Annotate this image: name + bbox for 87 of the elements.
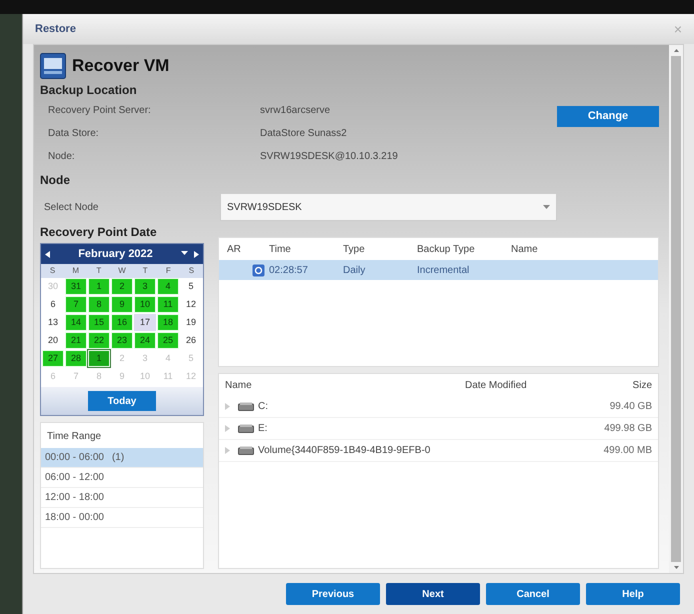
calendar-day[interactable]: 13 <box>42 314 64 331</box>
change-button[interactable]: Change <box>557 106 659 127</box>
calendar-day[interactable]: 5 <box>180 278 202 295</box>
drive-icon <box>238 402 254 411</box>
file-name[interactable]: C: <box>258 399 610 414</box>
calendar-day[interactable]: 17 <box>134 314 156 331</box>
scroll-up-icon[interactable] <box>674 49 678 52</box>
file-name[interactable]: Volume{3440F859-1B49-4B19-9EFB-0 <box>258 443 604 458</box>
column-header: AR <box>226 242 242 256</box>
node-dropdown[interactable]: SVRW19SDESK <box>220 193 557 221</box>
drive-icon <box>238 446 254 455</box>
calendar-day[interactable]: 27 <box>42 350 64 367</box>
calendar-day[interactable]: 2 <box>111 278 133 295</box>
weekday-label: T <box>142 265 149 277</box>
weekday-label: S <box>188 265 196 277</box>
calendar-day[interactable]: 8 <box>88 296 110 313</box>
month-menu-button[interactable] <box>180 250 188 258</box>
column-header: Size <box>632 378 652 392</box>
page-title: Recover VM <box>72 55 170 78</box>
calendar-day[interactable]: 31 <box>65 278 87 295</box>
calendar-day[interactable]: 18 <box>157 314 179 331</box>
weekday-label: W <box>117 265 127 277</box>
column-header: Name <box>225 378 253 392</box>
file-size: 499.98 GB <box>604 422 652 436</box>
footer-button[interactable]: Help <box>586 583 680 605</box>
footer-button[interactable]: Previous <box>286 583 380 605</box>
calendar-day[interactable]: 24 <box>134 332 156 349</box>
scroll-down-icon[interactable] <box>674 566 678 569</box>
calendar-day[interactable]: 15 <box>88 314 110 331</box>
time-range-item[interactable]: 00:00 - 06:00 (1) <box>41 448 203 468</box>
calendar-day[interactable]: 14 <box>65 314 87 331</box>
next-month-button[interactable] <box>194 250 199 258</box>
calendar-day[interactable]: 19 <box>180 314 202 331</box>
file-size: 99.40 GB <box>610 400 652 414</box>
calendar-day[interactable]: 1 <box>88 278 110 295</box>
calendar-day[interactable]: 4 <box>157 278 179 295</box>
calendar-day[interactable]: 11 <box>157 296 179 313</box>
column-header: Date Modified <box>465 378 528 392</box>
footer-button[interactable]: Next <box>386 583 480 605</box>
calendar-day[interactable]: 6 <box>42 296 64 313</box>
calendar-day[interactable]: 23 <box>111 332 133 349</box>
section-heading: Recovery Point Date <box>40 224 158 241</box>
weekday-label: M <box>71 265 80 277</box>
field-label: Node: <box>47 150 76 164</box>
recovery-point-row[interactable]: 02:28:57 Daily Incremental <box>219 260 658 280</box>
calendar-day[interactable]: 7 <box>65 296 87 313</box>
calendar-day[interactable]: 12 <box>180 296 202 313</box>
file-name[interactable]: E: <box>258 421 604 436</box>
field-value: SVRW19SDESK@10.10.3.219 <box>260 150 398 164</box>
calendar-day[interactable]: 28 <box>65 350 87 367</box>
time-range-item[interactable]: 12:00 - 18:00 <box>41 488 203 508</box>
recovery-point-icon <box>252 264 265 276</box>
list-heading: Time Range <box>46 430 102 444</box>
weekday-label: S <box>48 265 56 277</box>
section-heading: Node <box>40 172 71 189</box>
file-size: 499.00 MB <box>604 444 652 458</box>
calendar-day[interactable]: 20 <box>42 332 64 349</box>
field-label: Recovery Point Server: <box>47 104 152 118</box>
column-header: Type <box>343 242 366 256</box>
column-header: Name <box>511 242 539 256</box>
weekday-label: F <box>164 265 172 277</box>
today-button[interactable]: Today <box>88 391 156 411</box>
weekday-label: T <box>95 265 102 277</box>
time-range-item[interactable]: 18:00 - 00:00 <box>41 508 203 528</box>
calendar-day[interactable]: 3 <box>134 278 156 295</box>
calendar-day[interactable]: 26 <box>180 332 202 349</box>
previous-month-button[interactable] <box>45 250 50 258</box>
calendar-day[interactable]: 16 <box>111 314 133 331</box>
vm-icon <box>40 53 66 79</box>
calendar-day[interactable]: 9 <box>111 296 133 313</box>
time-range-item[interactable]: 06:00 - 12:00 <box>41 468 203 488</box>
caret-icon <box>543 205 550 209</box>
column-header: Time <box>269 242 292 256</box>
field-label: Data Store: <box>47 127 100 141</box>
drive-icon <box>238 424 254 433</box>
footer-button[interactable]: Cancel <box>486 583 580 605</box>
calendar-day[interactable]: 10 <box>134 296 156 313</box>
section-heading: Backup Location <box>40 82 138 99</box>
calendar-day[interactable]: 21 <box>65 332 87 349</box>
field-value: svrw16arcserve <box>260 104 330 118</box>
column-header: Backup Type <box>417 242 476 256</box>
calendar-day[interactable]: 22 <box>88 332 110 349</box>
calendar-day[interactable]: 25 <box>157 332 179 349</box>
field-value: DataStore Sunass2 <box>260 127 347 141</box>
calendar-day[interactable]: 1 <box>88 350 110 367</box>
field-label: Select Node <box>43 200 100 214</box>
window-title: Restore <box>35 22 76 37</box>
